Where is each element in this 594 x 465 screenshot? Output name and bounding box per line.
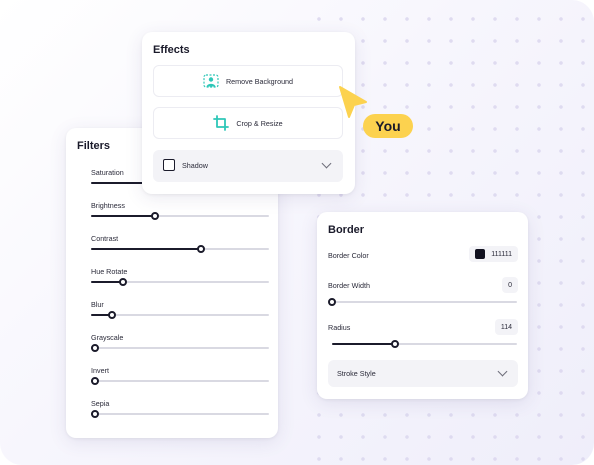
filter-slider-label: Grayscale (91, 333, 124, 342)
border-color-label: Border Color (328, 251, 369, 260)
border-color-field[interactable]: 111111 (469, 246, 518, 262)
filter-slider-label: Blur (91, 300, 104, 309)
slider-fill (332, 343, 395, 345)
remove-background-button[interactable]: Remove Background (153, 65, 343, 97)
effects-title: Effects (153, 44, 190, 56)
border-width-value: 0 (508, 281, 512, 289)
border-panel: Border Border Color 111111 Border Width … (317, 212, 528, 399)
crop-resize-label: Crop & Resize (236, 118, 283, 128)
slider-thumb[interactable] (90, 410, 99, 418)
border-title: Border (328, 224, 365, 236)
slider-thumb[interactable] (197, 245, 206, 253)
slider-track (328, 298, 517, 306)
slider-thumb[interactable] (390, 340, 399, 348)
chevron-down-icon (321, 158, 332, 169)
slider-thumb[interactable] (90, 377, 99, 385)
stroke-style-dropdown[interactable]: Stroke Style (328, 360, 518, 387)
border-width-value-field[interactable]: 0 (502, 277, 518, 293)
filter-slider-label: Hue Rotate (91, 267, 128, 276)
slider-track (90, 344, 269, 352)
stroke-style-label: Stroke Style (337, 369, 376, 378)
border-width-label: Border Width (328, 281, 370, 290)
slider-thumb[interactable] (119, 278, 128, 286)
slider-track (332, 340, 517, 348)
radius-value: 114 (500, 323, 512, 331)
filter-slider-label: Invert (91, 366, 109, 375)
slider-track (90, 377, 269, 385)
cursor-pointer-icon (339, 86, 367, 118)
border-color-value: 111111 (491, 250, 512, 258)
slider-fill (91, 248, 202, 250)
radius-label: Radius (328, 323, 351, 332)
slider-track (90, 410, 269, 418)
remove-background-icon (203, 74, 219, 88)
slider-fill (91, 215, 156, 217)
slider-thumb[interactable] (108, 311, 117, 319)
slider-thumb[interactable] (328, 298, 336, 306)
crop-icon (213, 115, 230, 131)
filter-slider-label: Contrast (91, 234, 119, 243)
chevron-down-icon (497, 366, 508, 377)
filter-slider-label: Sepia (91, 399, 110, 408)
filter-slider-label: Saturation (91, 168, 124, 177)
filters-title: Filters (77, 140, 111, 152)
slider-track (91, 311, 269, 319)
radius-value-field[interactable]: 114 (494, 319, 518, 335)
shadow-label: Shadow (182, 161, 208, 170)
slider-track (91, 245, 269, 253)
crop-resize-button[interactable]: Crop & Resize (153, 107, 343, 139)
color-swatch[interactable] (475, 249, 486, 259)
slider-track (91, 278, 269, 286)
slider-track (91, 212, 269, 220)
shadow-dropdown[interactable]: Shadow (153, 150, 343, 182)
filter-slider-label: Brightness (91, 201, 125, 210)
slider-thumb[interactable] (151, 212, 160, 220)
effects-panel: Effects Remove Background Crop & Resize … (142, 32, 355, 194)
shadow-checkbox[interactable] (163, 159, 175, 171)
slider-thumb[interactable] (90, 344, 99, 352)
collaborator-badge: You (363, 114, 413, 138)
remove-background-label: Remove Background (225, 76, 294, 86)
